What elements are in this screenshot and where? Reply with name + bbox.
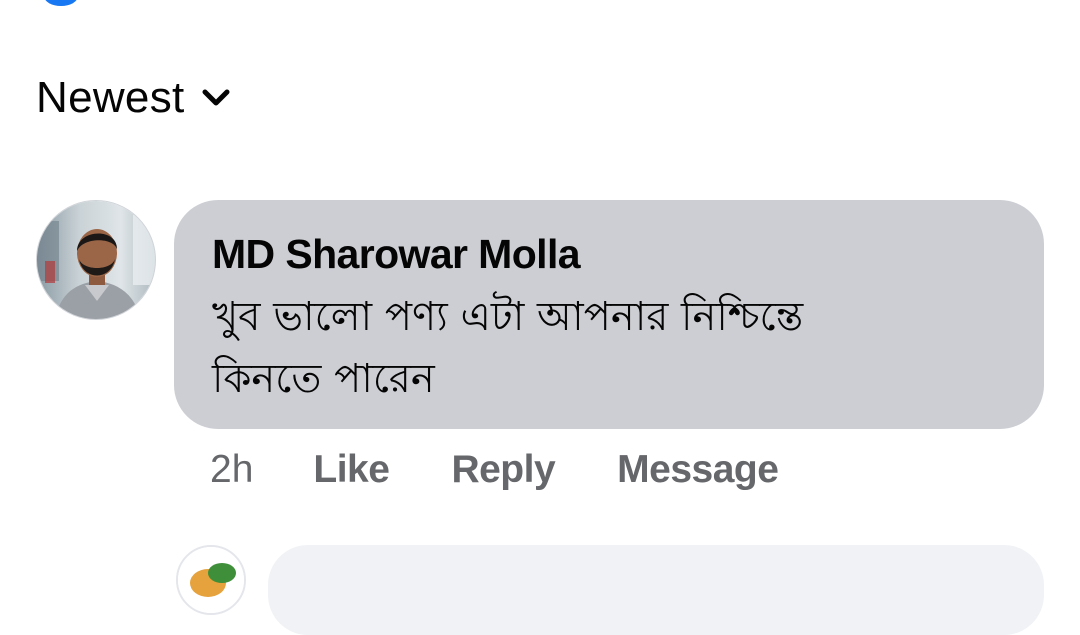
- comment-timestamp[interactable]: 2h: [210, 448, 253, 492]
- sort-dropdown[interactable]: Newest: [36, 70, 231, 126]
- comment-text: খুব ভালো পণ্য এটা আপনার নিশ্চিন্তে কিনতে…: [212, 286, 1004, 410]
- message-button[interactable]: Message: [617, 448, 779, 492]
- like-button[interactable]: Like: [313, 448, 390, 492]
- partial-avatar-indicator: [44, 0, 78, 6]
- comment-text-line-1: খুব ভালো পণ্য এটা আপনার নিশ্চিন্তে: [212, 294, 804, 340]
- reply-button[interactable]: Reply: [451, 448, 555, 492]
- comment-text-line-2: কিনতে পারেন: [212, 356, 435, 402]
- comment-actions: 2h Like Reply Message: [210, 444, 840, 496]
- profile-photo: [37, 201, 155, 319]
- chevron-down-icon: [202, 89, 230, 106]
- next-profile-photo: [178, 547, 244, 613]
- comment-bubble: MD Sharowar Molla খুব ভালো পণ্য এটা আপনা…: [174, 200, 1044, 429]
- comment-author[interactable]: MD Sharowar Molla: [212, 228, 1004, 280]
- next-comment-bubble: [268, 545, 1044, 635]
- sort-label: Newest: [36, 73, 185, 122]
- avatar[interactable]: [36, 200, 156, 320]
- next-comment-avatar[interactable]: [176, 545, 246, 615]
